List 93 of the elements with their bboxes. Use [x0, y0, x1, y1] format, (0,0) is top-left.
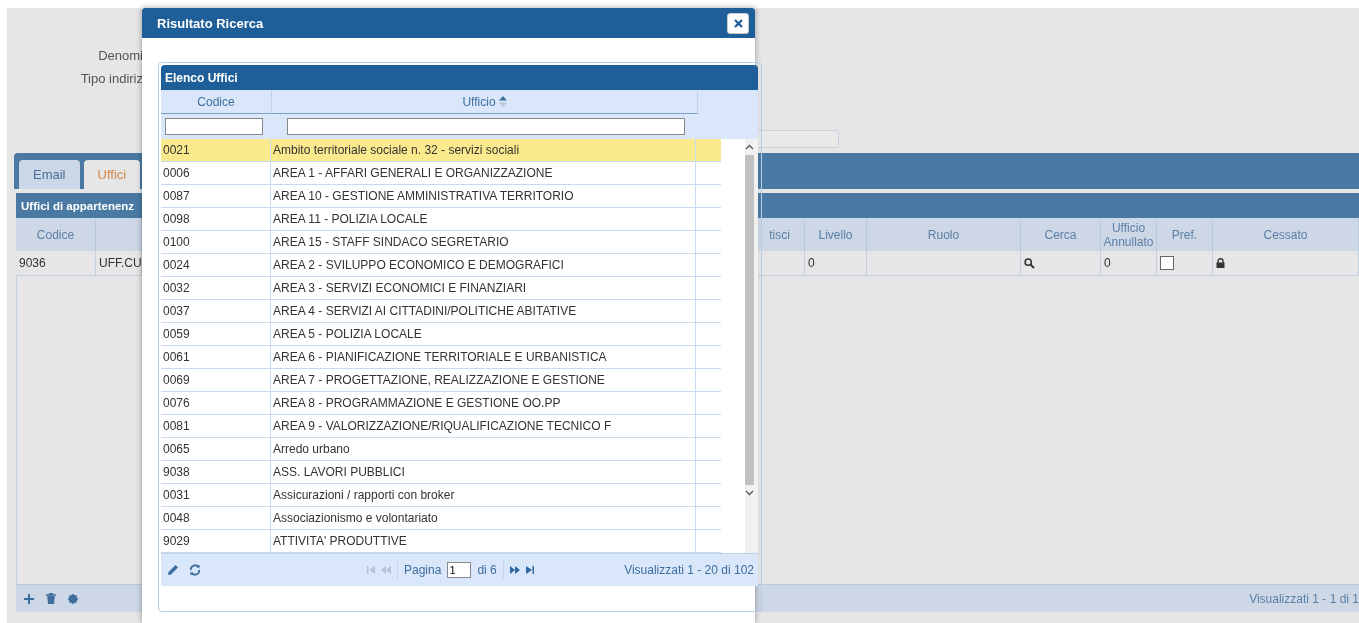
table-cell: 0031 — [161, 484, 271, 506]
field-label: Denomi — [98, 48, 143, 63]
table-row[interactable]: 0048 Associazionismo e volontariato — [161, 507, 721, 530]
table-cell: ASS. LAVORI PUBBLICI — [271, 461, 696, 483]
field-label: Tipo indiriz — [80, 71, 143, 86]
table-cell: 9036 — [16, 251, 96, 276]
checkbox[interactable] — [1160, 256, 1174, 270]
table-cell: 0048 — [161, 507, 271, 529]
table-row[interactable]: 0032 AREA 3 - SERVIZI ECONOMICI E FINANZIARI — [161, 277, 721, 300]
table-row[interactable]: 0076 AREA 8 - PROGRAMMAZIONE E GESTIONE OO.PP — [161, 392, 721, 415]
table-cell: 9038 — [161, 461, 271, 483]
table-cell: AREA 9 - VALORIZZAZIONE/RIQUALIFICAZIONE TECNICO F — [271, 415, 696, 437]
page-total: di 6 — [477, 563, 497, 577]
table-row[interactable]: 0061 AREA 6 - PIANIFICAZIONE TERRITORIALE E URBANISTICA — [161, 346, 721, 369]
table-cell: 0037 — [161, 300, 271, 322]
table-cell: 0081 — [161, 415, 271, 437]
scrollbar[interactable] — [745, 139, 758, 553]
close-button[interactable] — [727, 12, 749, 34]
table-cell: AREA 10 - GESTIONE AMMINISTRATIVA TERRITORIO — [271, 185, 696, 207]
filter-field[interactable] — [165, 118, 263, 135]
table-cell: Associazionismo e volontariato — [271, 507, 696, 529]
table-cell: ATTIVITA' PRODUTTIVE — [271, 530, 696, 552]
table-row[interactable]: 0069 AREA 7 - PROGETTAZIONE, REALIZZAZIONE E GESTIONE — [161, 369, 721, 392]
table-cell: Ambito territoriale sociale n. 32 - servizi sociali — [271, 139, 696, 161]
trash-icon[interactable] — [46, 593, 56, 604]
column-header: Livello — [805, 218, 867, 251]
column-header: Pref. — [1157, 218, 1213, 251]
table-row[interactable]: 0024 AREA 2 - SVILUPPO ECONOMICO E DEMOGRAFICI — [161, 254, 721, 277]
sort-icon — [498, 96, 507, 107]
table-cell: 0024 — [161, 254, 271, 276]
table-cell: Assicurazioni / rapporti con broker — [271, 484, 696, 506]
add-icon[interactable] — [24, 593, 34, 604]
table-row[interactable]: 0065 Arredo urbano — [161, 438, 721, 461]
next-page-icon[interactable] — [509, 566, 520, 574]
table-row[interactable]: 0100 AREA 15 - STAFF SINDACO SEGRETARIO — [161, 231, 721, 254]
table-cell: 0087 — [161, 185, 271, 207]
table-cell: 0061 — [161, 346, 271, 368]
dialog-title: Risultato Ricerca — [157, 15, 264, 31]
table-cell: AREA 15 - STAFF SINDACO SEGRETARIO — [271, 231, 696, 253]
table-row[interactable]: 0037 AREA 4 - SERVIZI AI CITTADINI/POLITICHE ABITATIVE — [161, 300, 721, 323]
column-header: Ufficio Annullato — [1101, 218, 1157, 251]
table-row[interactable]: 0081 AREA 9 - VALORIZZAZIONE/RIQUALIFICAZIONE TECNICO F — [161, 415, 721, 438]
tab[interactable]: Email — [19, 160, 80, 189]
column-header: Cerca — [1021, 218, 1101, 251]
table-row[interactable]: 9038 ASS. LAVORI PUBBLICI — [161, 461, 721, 484]
table-cell: 9029 — [161, 530, 271, 552]
table-row[interactable]: 0006 AREA 1 - AFFARI GENERALI E ORGANIZZAZIONE — [161, 162, 721, 185]
table-cell: 0098 — [161, 208, 271, 230]
close-icon — [733, 18, 743, 28]
table-cell: 0065 — [161, 438, 271, 460]
table-cell: Arredo urbano — [271, 438, 696, 460]
table-cell: AREA 5 - POLIZIA LOCALE — [271, 323, 696, 345]
gear-icon[interactable] — [68, 593, 78, 604]
filter-field[interactable] — [287, 118, 685, 135]
pencil-icon[interactable] — [167, 564, 179, 576]
table-cell: 0 — [805, 251, 867, 276]
table-cell: AREA 1 - AFFARI GENERALI E ORGANIZZAZIONE — [271, 162, 696, 184]
table-cell: 0 — [1101, 251, 1157, 276]
refresh-icon[interactable] — [189, 564, 201, 576]
table-cell: 0076 — [161, 392, 271, 414]
record-count: Visualizzati 1 - 1 di 1 — [1249, 591, 1359, 606]
table-row[interactable]: 0031 Assicurazioni / rapporti con broker — [161, 484, 721, 507]
table-cell: AREA 8 - PROGRAMMAZIONE E GESTIONE OO.PP — [271, 392, 696, 414]
table-row[interactable]: 0098 AREA 11 - POLIZIA LOCALE — [161, 208, 721, 231]
column-header — [96, 218, 142, 251]
table-cell: 0100 — [161, 231, 271, 253]
page-label: Pagina — [404, 563, 442, 577]
scroll-down-icon[interactable] — [745, 490, 754, 496]
record-count: Visualizzati 1 - 20 di 102 — [624, 563, 754, 577]
table-cell: 0032 — [161, 277, 271, 299]
table-cell: AREA 6 - PIANIFICAZIONE TERRITORIALE E URBANISTICA — [271, 346, 696, 368]
table-cell: 0059 — [161, 323, 271, 345]
column-header: Codice — [16, 218, 96, 251]
grid-title: Elenco Uffici — [165, 70, 238, 85]
column-header: Cessato — [1213, 218, 1359, 251]
table-row[interactable]: 0059 AREA 5 - POLIZIA LOCALE — [161, 323, 721, 346]
table-cell: AREA 4 - SERVIZI AI CITTADINI/POLITICHE ABITATIVE — [271, 300, 696, 322]
scroll-up-icon[interactable] — [745, 144, 754, 150]
table-row[interactable]: 0021 Ambito territoriale sociale n. 32 - servizi sociali — [161, 139, 721, 162]
table-cell: 0021 — [161, 139, 271, 161]
panel-title: Uffici di appartenenz — [21, 199, 135, 212]
table-row[interactable]: 9029 ATTIVITA' PRODUTTIVE — [161, 530, 721, 553]
table-cell: AREA 11 - POLIZIA LOCALE — [271, 208, 696, 230]
table-cell: AREA 3 - SERVIZI ECONOMICI E FINANZIARI — [271, 277, 696, 299]
table-row[interactable]: 0087 AREA 10 - GESTIONE AMMINISTRATIVA TERRITORIO — [161, 185, 721, 208]
search-icon[interactable] — [1024, 257, 1035, 269]
page-field[interactable]: 1 — [447, 562, 472, 578]
table-cell: 0069 — [161, 369, 271, 391]
table-cell: AREA 2 - SVILUPPO ECONOMICO E DEMOGRAFICI — [271, 254, 696, 276]
last-page-icon[interactable] — [525, 566, 534, 574]
column-header: Ruolo — [867, 218, 1021, 251]
table-cell: AREA 7 - PROGETTAZIONE, REALIZZAZIONE E GESTIONE — [271, 369, 696, 391]
table-cell: 0006 — [161, 162, 271, 184]
